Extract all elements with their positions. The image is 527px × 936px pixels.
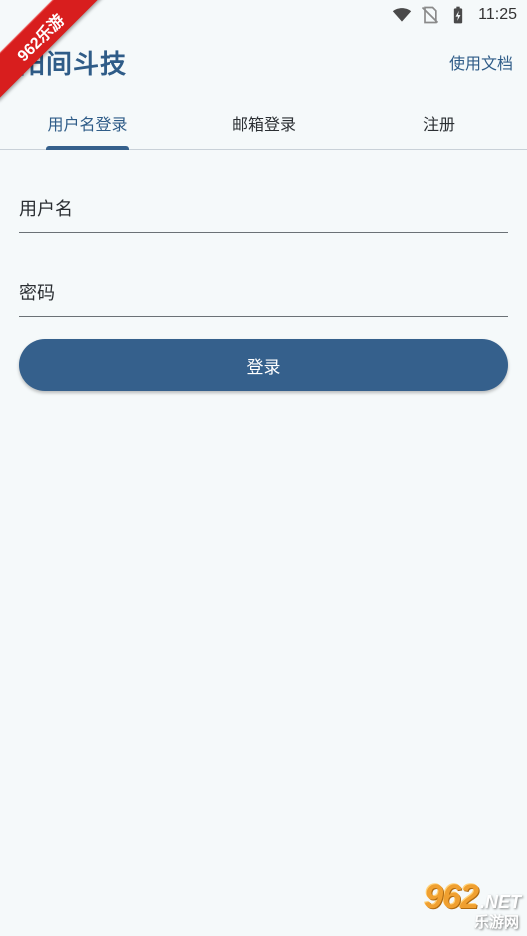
status-bar: 11:25: [0, 0, 527, 30]
app-title: 阳间斗技: [19, 50, 128, 80]
username-field-container: [19, 183, 508, 233]
login-screen: 11:25 阳间斗技 使用文档 用户名登录 邮箱登录 注册 登录 962乐游 9…: [0, 0, 527, 936]
watermark-suffix: .NET: [479, 892, 521, 912]
watermark-number: 962: [424, 878, 479, 916]
username-input[interactable]: [19, 183, 508, 232]
no-sim-icon: [422, 6, 439, 24]
password-field-container: [19, 267, 508, 317]
wifi-icon: [392, 8, 412, 22]
battery-charging-icon: [453, 6, 463, 24]
docs-link[interactable]: 使用文档: [449, 50, 513, 74]
password-input[interactable]: [19, 267, 508, 316]
login-tabs: 用户名登录 邮箱登录 注册: [0, 96, 527, 150]
active-tab-indicator: [46, 146, 129, 150]
login-button[interactable]: 登录: [19, 339, 508, 391]
watermark-sub: 乐游网: [473, 913, 519, 931]
watermark-logo: 962 .NET: [424, 878, 521, 917]
tab-username-login[interactable]: 用户名登录: [46, 96, 129, 149]
tab-email-login[interactable]: 邮箱登录: [222, 96, 306, 149]
app-bar: 阳间斗技 使用文档: [0, 38, 527, 86]
watermark: 962 .NET 乐游网: [424, 878, 521, 932]
tab-register[interactable]: 注册: [412, 96, 466, 149]
status-time: 11:25: [478, 6, 517, 23]
